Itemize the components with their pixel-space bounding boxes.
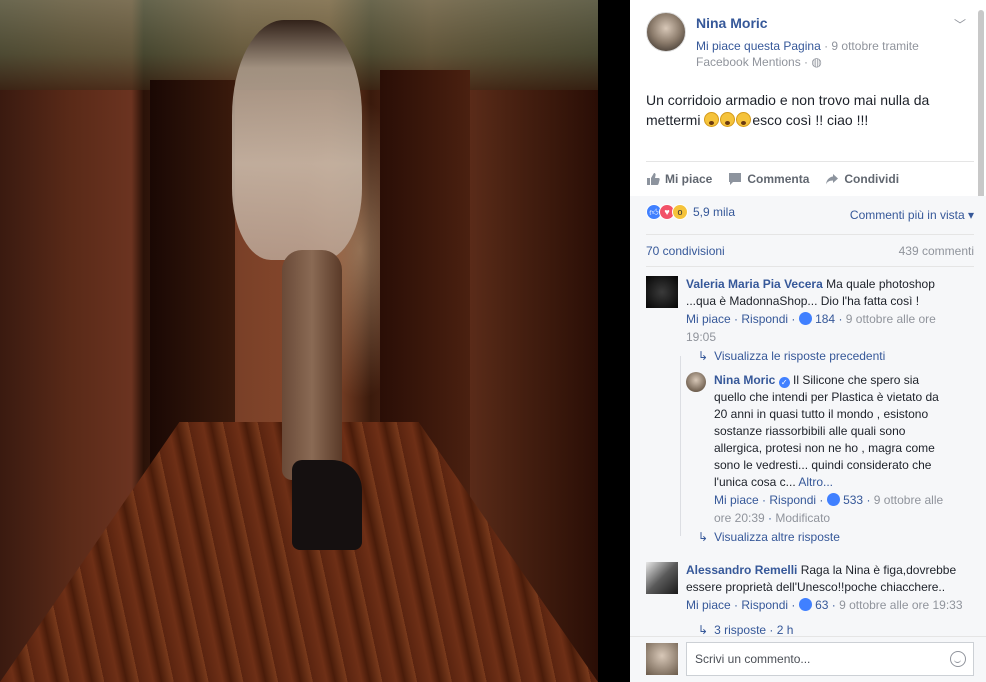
photo-figure-legs <box>282 250 342 480</box>
commenter-name[interactable]: Valeria Maria Pia Vecera <box>686 277 823 291</box>
reply-arrow-icon: ↳ <box>698 349 709 363</box>
divider <box>646 234 974 235</box>
post-source[interactable]: Facebook Mentions · <box>696 55 811 69</box>
share-icon <box>826 174 839 185</box>
post-text-line1: Un corridoio armadio e non trovo mai nul… <box>646 92 930 108</box>
post-date[interactable]: · 9 ottobre tramite <box>821 39 919 53</box>
like-page-link[interactable]: Mi piace questa Pagina <box>696 39 821 53</box>
divider <box>646 266 974 267</box>
post-text: Un corridoio armadio e non trovo mai nul… <box>646 90 976 130</box>
divider <box>646 161 974 162</box>
scream-emoji-icon <box>720 112 736 127</box>
photo-viewer[interactable] <box>0 0 630 682</box>
author-avatar[interactable] <box>646 12 686 52</box>
comment-like-link[interactable]: Mi piace <box>686 312 731 326</box>
comment-actions: Mi piace · Rispondi · 184 · 9 ottobre al… <box>686 312 936 344</box>
reply-arrow-icon: ↳ <box>698 623 709 636</box>
comment-reply-link[interactable]: Rispondi <box>741 312 788 326</box>
author-name[interactable]: Nina Moric <box>696 15 768 31</box>
shares-comments-line: 70 condivisioni 439 commenti <box>646 244 974 258</box>
comment-like-link[interactable]: Mi piace <box>686 598 731 612</box>
view-replies-link[interactable]: ↳ 3 risposte · 2 h <box>698 623 793 636</box>
edited-label[interactable]: Modificato <box>775 511 830 525</box>
emoji-picker-icon[interactable] <box>950 651 966 667</box>
comments-section: 👍︎ ♥ o 5,9 mila Commenti più in vista ▾ … <box>630 196 986 636</box>
comments-count[interactable]: 439 commenti <box>899 244 974 258</box>
reply-text: Il Silicone che spero sia quello che int… <box>714 373 939 489</box>
shares-count[interactable]: 70 condivisioni <box>646 244 725 258</box>
photo-figure <box>232 20 362 260</box>
like-count-icon <box>826 493 840 506</box>
comment-composer <box>630 636 986 682</box>
comment-reply-link[interactable]: Rispondi <box>741 598 788 612</box>
replies-count-label: 3 risposte · 2 h <box>714 623 794 636</box>
verified-badge-icon: ✓ <box>778 377 790 388</box>
post-actions: Mi piace Commenta Condividi <box>646 168 974 190</box>
commenter-avatar[interactable] <box>646 276 678 308</box>
reply-actions: Mi piace · Rispondi · 533 · 9 ottobre al… <box>714 493 944 525</box>
scream-emoji-icon <box>704 112 720 127</box>
comment-like-count[interactable]: 184 <box>815 312 835 326</box>
reaction-count[interactable]: 5,9 mila <box>693 205 735 219</box>
like-count-icon <box>798 598 812 611</box>
comment-like-count[interactable]: 63 <box>815 598 828 612</box>
see-more-link[interactable]: Altro... <box>798 475 833 489</box>
share-button-label: Condividi <box>844 172 900 186</box>
comment-button[interactable]: Commenta <box>728 168 809 190</box>
commenter-name[interactable]: Alessandro Remelli <box>686 563 797 577</box>
reply-author-avatar[interactable] <box>686 372 706 392</box>
reactions-summary[interactable]: 👍︎ ♥ o 5,9 mila <box>646 204 735 220</box>
comment-actions: Mi piace · Rispondi · 63 · 9 ottobre all… <box>686 598 963 612</box>
post-text-line2-end: esco così !! ciao !!! <box>752 112 869 128</box>
photo-figure-shoes <box>292 460 362 550</box>
view-previous-replies-label: Visualizza le risposte precedenti <box>714 349 886 363</box>
post-text-line2: mettermi <box>646 112 705 128</box>
globe-icon: ◍ <box>811 55 822 69</box>
post-side-panel: Nina Moric Mi piace questa Pagina · 9 ot… <box>630 0 986 682</box>
like-count-icon <box>798 312 812 325</box>
comment-item: Valeria Maria Pia Vecera Ma quale photos… <box>646 276 964 346</box>
like-button[interactable]: Mi piace <box>646 168 712 190</box>
share-button[interactable]: Condividi <box>825 168 899 190</box>
like-button-label: Mi piace <box>665 172 713 186</box>
chevron-down-icon[interactable]: ﹀ <box>954 16 966 33</box>
view-more-replies[interactable]: ↳ Visualizza altre risposte <box>698 530 840 544</box>
reply-author-name[interactable]: Nina Moric <box>714 373 775 387</box>
comment-icon <box>729 173 742 185</box>
comment-button-label: Commenta <box>747 172 810 186</box>
reply-like-link[interactable]: Mi piace <box>714 493 759 507</box>
current-user-avatar <box>646 643 678 675</box>
post-photo[interactable] <box>0 0 598 682</box>
commenter-avatar[interactable] <box>646 562 678 594</box>
reply-like-count[interactable]: 533 <box>843 493 863 507</box>
comment-sort-dropdown[interactable]: Commenti più in vista ▾ <box>850 208 974 222</box>
comment-time[interactable]: 9 ottobre alle ore 19:33 <box>839 598 962 612</box>
view-previous-replies[interactable]: ↳ Visualizza le risposte precedenti <box>698 349 885 363</box>
reply-arrow-icon: ↳ <box>698 530 709 544</box>
wow-reaction-icon: o <box>672 204 688 220</box>
thumbs-up-icon <box>647 173 660 185</box>
post-meta: Mi piace questa Pagina · 9 ottobre trami… <box>696 38 956 70</box>
post-header: Nina Moric Mi piace questa Pagina · 9 ot… <box>646 12 966 72</box>
reply-item: Nina Moric ✓ Il Silicone che spero sia q… <box>686 372 976 525</box>
view-more-replies-label: Visualizza altre risposte <box>714 530 840 544</box>
thread-line <box>680 356 681 536</box>
reply-reply-link[interactable]: Rispondi <box>769 493 816 507</box>
comment-item: Alessandro Remelli Raga la Nina è figa,d… <box>646 562 964 622</box>
comment-input[interactable] <box>686 642 974 676</box>
scream-emoji-icon <box>736 112 752 127</box>
